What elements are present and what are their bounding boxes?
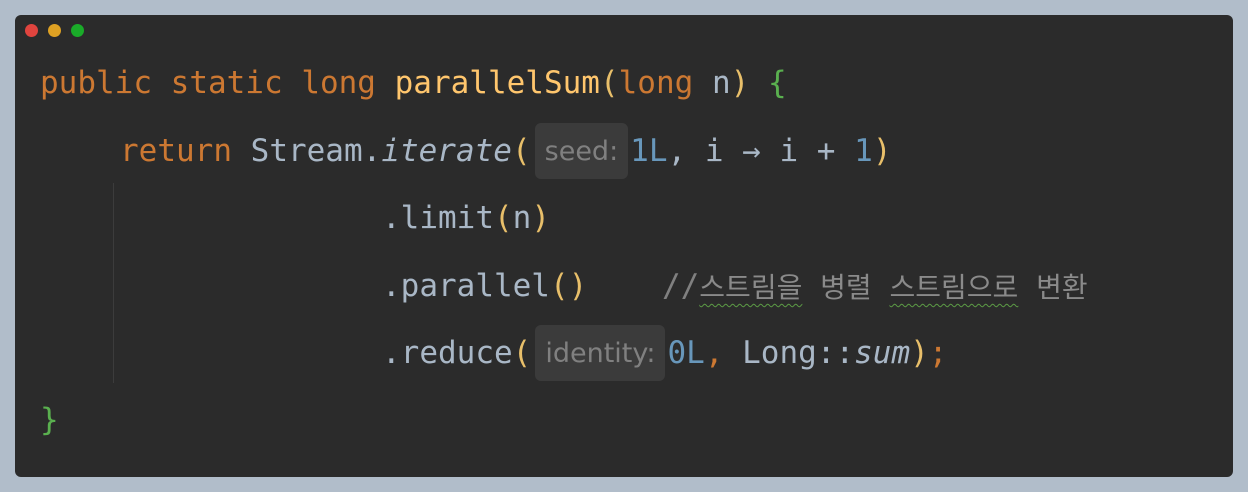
code-line-6: } — [40, 400, 59, 440]
comment-slashes: // — [661, 268, 700, 304]
brace-open: { — [767, 65, 787, 101]
keyword-public: public — [40, 65, 152, 101]
code-line-4: .parallel() //스트림을 병렬 스트림으로 변환 — [382, 266, 1088, 306]
code-window: public static long parallelSum(long n) {… — [15, 15, 1233, 477]
paren-open: ( — [599, 65, 619, 101]
ref-class: Long:: — [742, 335, 855, 371]
param-name: n — [711, 65, 731, 101]
code-line-2: return Stream. iterate(seed: 1L, i → i + 1… — [120, 123, 892, 179]
lambda-expression: , i → i + — [667, 133, 855, 169]
method-limit: .limit — [382, 200, 494, 236]
number-literal: 1 — [854, 133, 873, 169]
parameter-hint-seed: seed: — [534, 123, 629, 179]
method-parallel: .parallel — [382, 268, 550, 304]
keyword-static: static — [170, 65, 283, 101]
parens: () — [549, 268, 588, 304]
class-stream: Stream. — [250, 133, 382, 169]
comma: , — [704, 335, 743, 371]
parameter-hint-identity: identity: — [535, 325, 666, 381]
paren-close: ) — [910, 335, 929, 371]
paren-open: ( — [511, 133, 531, 169]
ref-method: sum — [854, 335, 911, 371]
comment-word-1: 스트림을 — [699, 271, 803, 304]
comment-word-4: 변환 — [1036, 271, 1088, 304]
paren-open: ( — [493, 200, 513, 236]
comment-word-2: 병렬 — [820, 271, 872, 304]
method-iterate: iterate — [381, 133, 512, 169]
paren-open: ( — [512, 335, 532, 371]
keyword-long: long — [301, 65, 376, 101]
semicolon: ; — [928, 335, 948, 371]
limit-arg: n — [512, 200, 532, 236]
seed-value: 1L — [630, 133, 668, 169]
code-line-3: .limit(n) — [382, 198, 550, 238]
window-controls — [25, 24, 84, 37]
code-line-1: public static long parallelSum(long n) { — [40, 63, 787, 103]
keyword-return: return — [120, 133, 232, 169]
param-type: long — [618, 65, 694, 101]
brace-close: } — [40, 402, 59, 438]
indent-guide — [113, 183, 114, 383]
paren-close: ) — [872, 133, 892, 169]
maximize-window-icon[interactable] — [71, 24, 84, 37]
identity-value: 0L — [667, 335, 705, 371]
paren-close: ) — [531, 200, 550, 236]
close-window-icon[interactable] — [25, 24, 38, 37]
method-reduce: .reduce — [382, 335, 513, 371]
minimize-window-icon[interactable] — [48, 24, 61, 37]
paren-close: ) — [730, 65, 750, 101]
comment-word-3: 스트림으로 — [889, 271, 1019, 304]
method-name: parallelSum — [394, 65, 600, 101]
code-line-5: .reduce(identity: 0L, Long:: sum); — [382, 325, 948, 381]
